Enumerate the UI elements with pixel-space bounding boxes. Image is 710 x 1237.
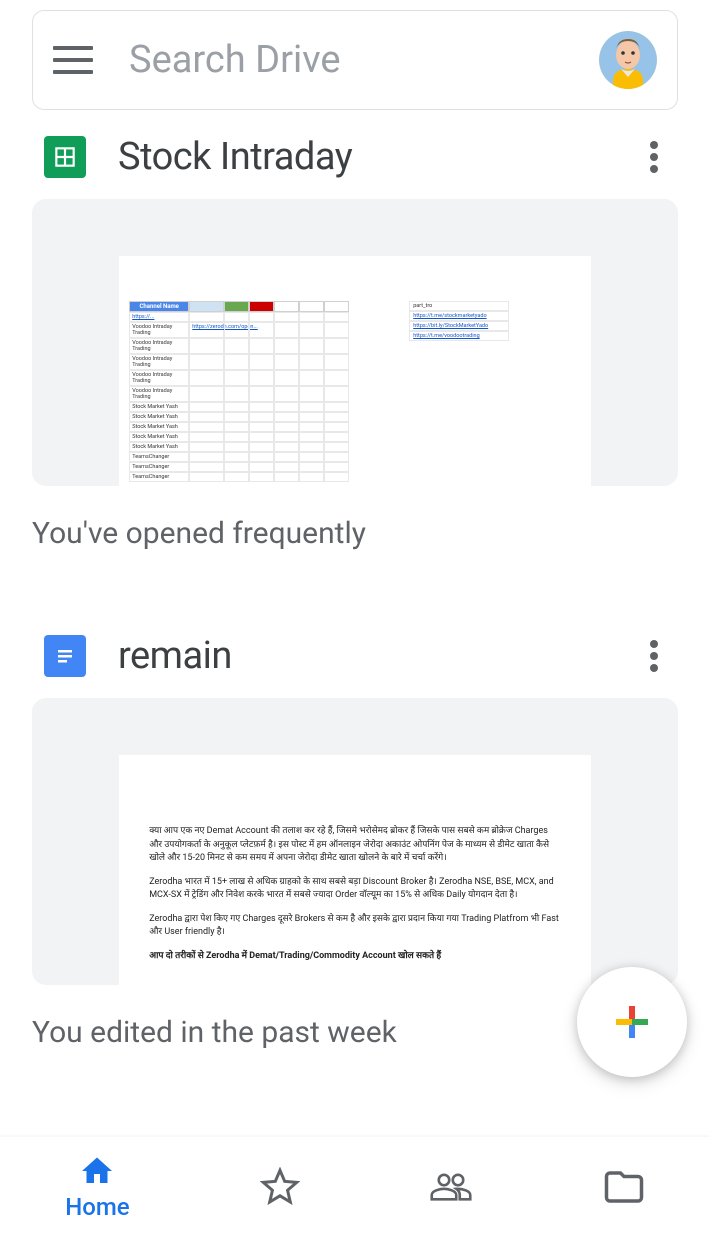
bottom-navigation: Home	[0, 1137, 710, 1237]
more-options-icon[interactable]	[642, 137, 666, 177]
file-header[interactable]: Stock Intraday	[32, 110, 678, 199]
nav-home[interactable]: Home	[65, 1153, 129, 1221]
file-title: remain	[118, 634, 610, 678]
add-button[interactable]	[577, 967, 687, 1077]
doc-para: Zerodha भारत में 15+ लाख से अधिक ग्राहको…	[149, 876, 561, 903]
doc-para: क्या आप एक नए Demat Account की तलाश कर र…	[149, 825, 561, 866]
user-avatar[interactable]	[599, 31, 657, 89]
file-title: Stock Intraday	[118, 135, 610, 179]
home-icon	[79, 1153, 115, 1189]
sheet-header: Channel Name	[129, 301, 189, 312]
shared-icon	[430, 1166, 472, 1208]
file-preview[interactable]: Channel Name https://... Voodoo Intraday…	[32, 199, 678, 486]
doc-para: आप दो तरीकों से Zerodha में Demat/Tradin…	[149, 950, 561, 964]
star-icon	[260, 1167, 300, 1207]
more-options-icon[interactable]	[642, 636, 666, 676]
file-preview[interactable]: क्या आप एक नए Demat Account की तलाश कर र…	[32, 698, 678, 985]
nav-files[interactable]	[603, 1166, 645, 1208]
menu-icon[interactable]	[53, 46, 93, 74]
nav-starred[interactable]	[260, 1167, 300, 1207]
search-placeholder: Search Drive	[129, 38, 599, 82]
docs-icon	[44, 635, 86, 677]
file-item-stock-intraday: Stock Intraday Channel Name https:	[0, 110, 710, 581]
nav-label: Home	[65, 1193, 129, 1221]
doc-para: Zerodha द्वारा पेश किए गए Charges दूसरे …	[149, 913, 561, 940]
nav-shared[interactable]	[430, 1166, 472, 1208]
sheets-icon	[44, 136, 86, 178]
folder-icon	[603, 1166, 645, 1208]
file-subtitle: You've opened frequently	[32, 486, 678, 581]
plus-icon	[612, 1002, 652, 1042]
search-bar[interactable]: Search Drive	[32, 10, 678, 110]
file-header[interactable]: remain	[32, 609, 678, 698]
